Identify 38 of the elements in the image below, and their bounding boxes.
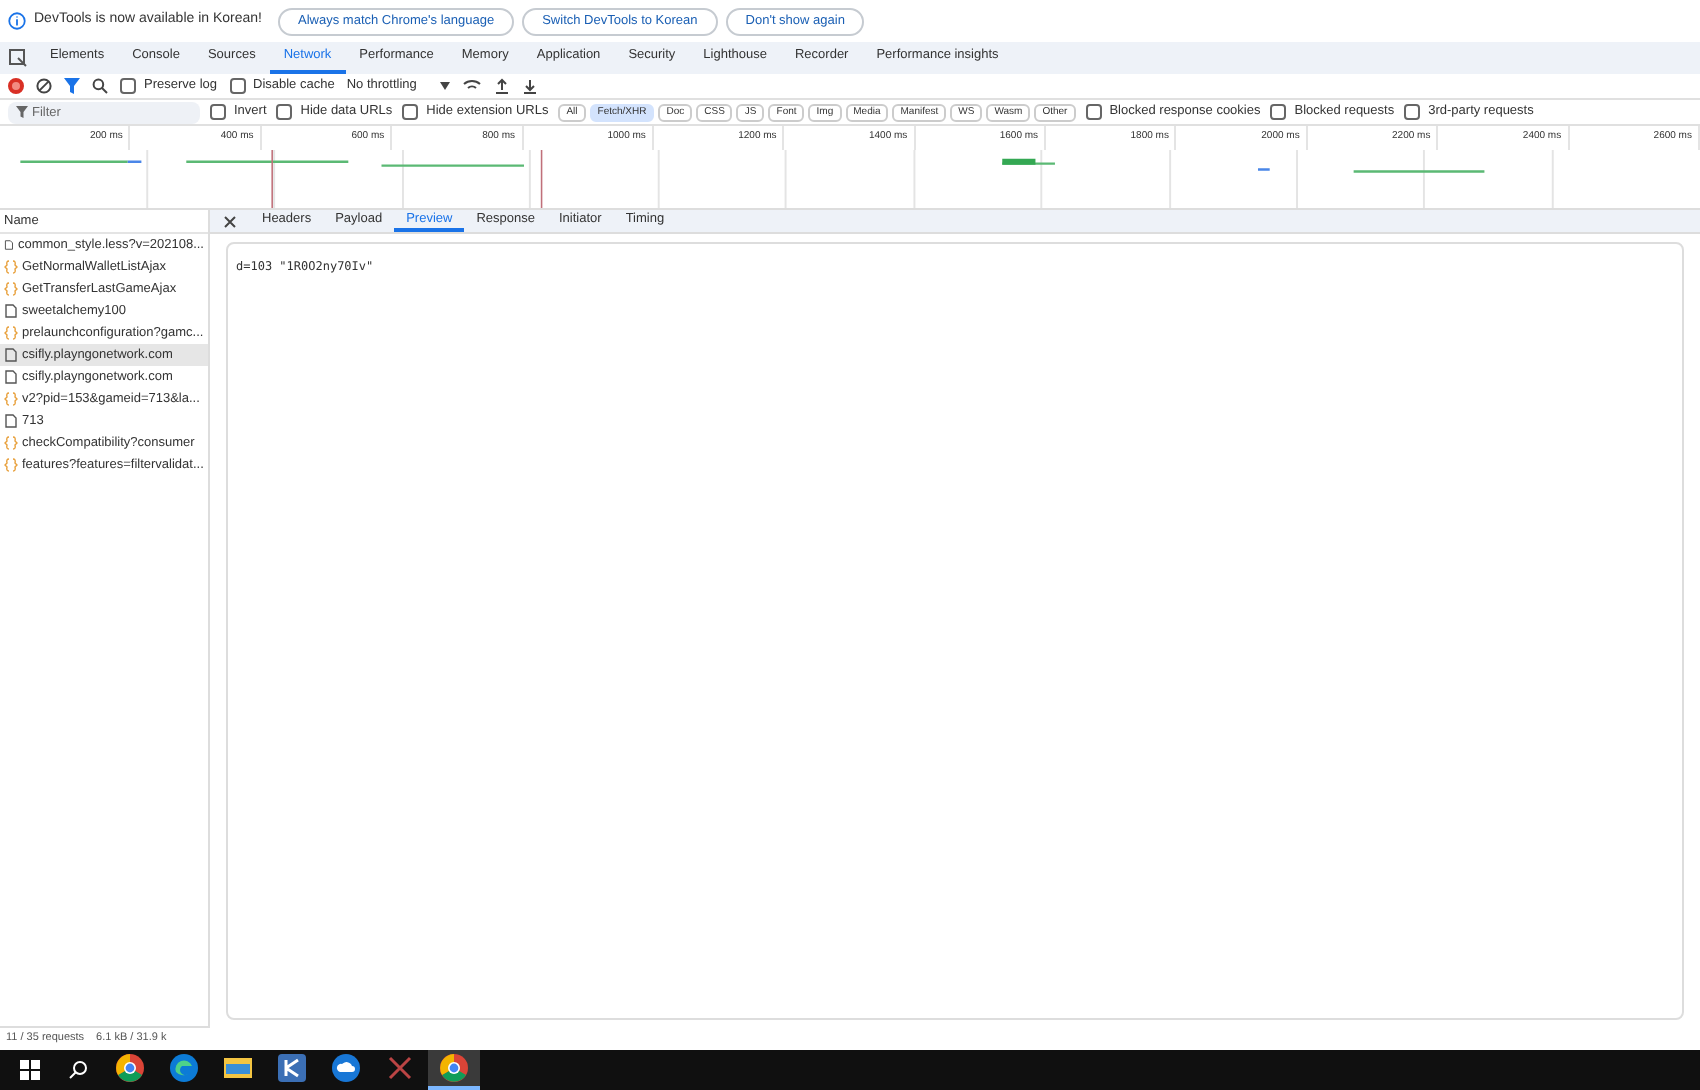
windows-start-icon[interactable] bbox=[20, 1060, 40, 1080]
app-icon[interactable] bbox=[278, 1054, 306, 1082]
checkbox[interactable] bbox=[1270, 104, 1287, 120]
braces-icon bbox=[4, 436, 18, 450]
braces-icon bbox=[4, 260, 18, 274]
chrome-icon[interactable] bbox=[116, 1054, 144, 1082]
inspect-icon[interactable] bbox=[8, 48, 28, 68]
taskbar-app[interactable] bbox=[428, 1050, 480, 1090]
record-button[interactable] bbox=[8, 78, 24, 94]
search-icon[interactable] bbox=[92, 78, 108, 94]
filter-icon[interactable] bbox=[64, 78, 80, 94]
clear-icon[interactable] bbox=[36, 78, 52, 94]
edge-icon[interactable] bbox=[170, 1054, 198, 1082]
checkbox[interactable] bbox=[229, 78, 245, 94]
braces-icon bbox=[4, 282, 18, 296]
tool-icon[interactable] bbox=[386, 1054, 414, 1082]
braces-icon bbox=[4, 392, 18, 406]
cloud-icon[interactable] bbox=[332, 1054, 360, 1082]
checkbox[interactable] bbox=[276, 104, 293, 120]
document-icon bbox=[4, 414, 18, 428]
folder-icon[interactable] bbox=[224, 1056, 252, 1080]
search-icon[interactable] bbox=[68, 1060, 88, 1080]
wifi-settings-icon[interactable] bbox=[462, 78, 483, 94]
checkbox[interactable] bbox=[210, 104, 226, 120]
download-icon[interactable] bbox=[522, 78, 539, 94]
filter-icon bbox=[16, 106, 28, 118]
braces-icon bbox=[4, 326, 18, 340]
checkbox[interactable] bbox=[1404, 104, 1421, 120]
info-icon bbox=[8, 12, 26, 30]
braces-icon bbox=[4, 458, 18, 472]
checkbox[interactable] bbox=[1085, 104, 1102, 120]
chrome-icon[interactable] bbox=[440, 1054, 468, 1082]
upload-icon[interactable] bbox=[494, 78, 511, 94]
checkbox[interactable] bbox=[402, 104, 419, 120]
document-icon bbox=[4, 304, 18, 318]
caret-icon bbox=[440, 82, 451, 90]
checkbox[interactable] bbox=[120, 78, 136, 94]
document-icon bbox=[4, 238, 14, 252]
